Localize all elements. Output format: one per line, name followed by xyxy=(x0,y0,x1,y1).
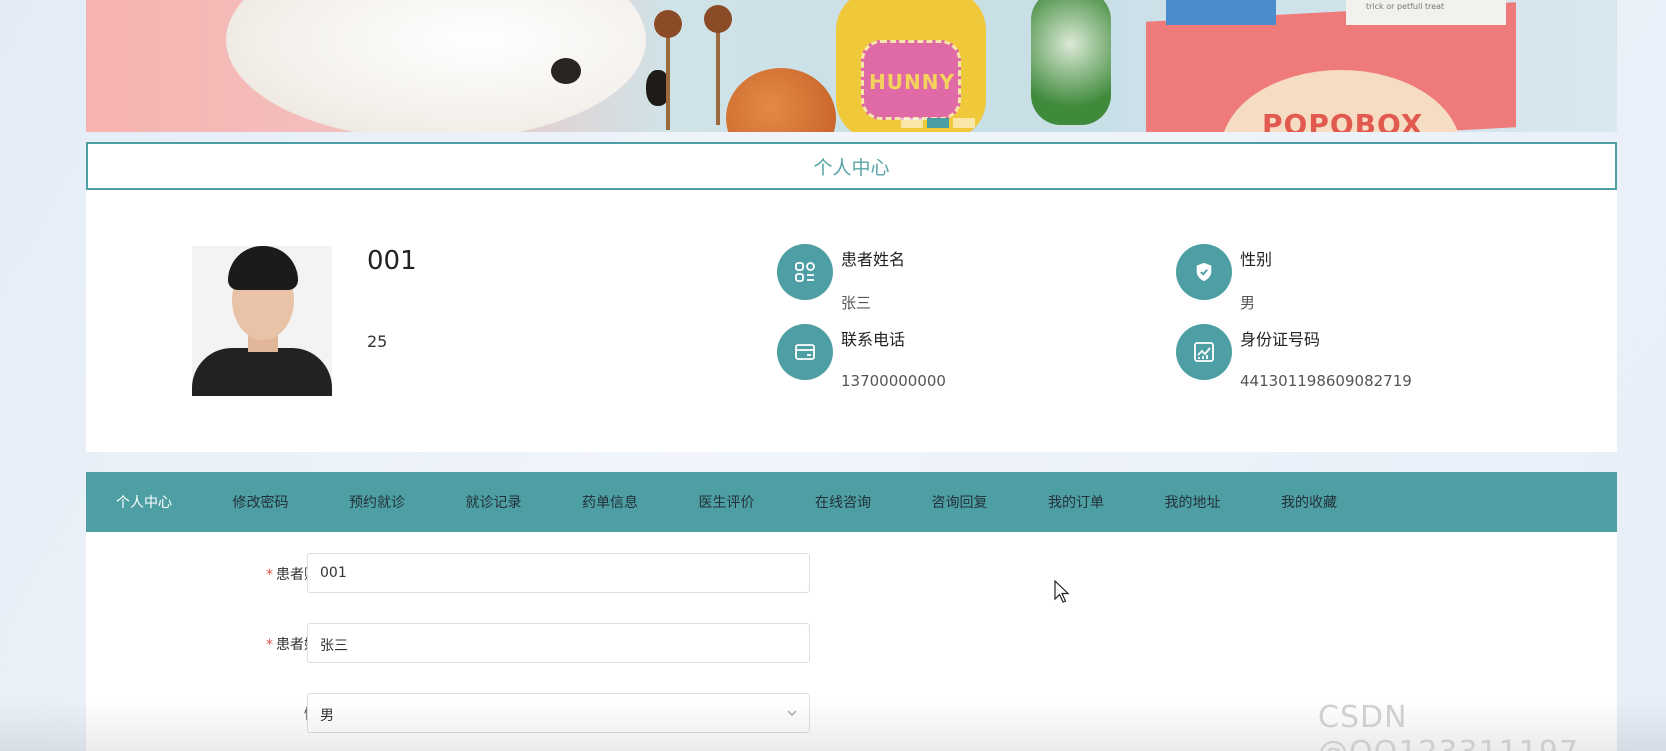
nav-item-change-password[interactable]: 修改密码 xyxy=(233,492,350,512)
treat-ball xyxy=(654,10,682,38)
box-logo: POPOBOX xyxy=(1262,108,1424,132)
nav-item-my-addresses[interactable]: 我的地址 xyxy=(1165,492,1282,512)
dog-illustration xyxy=(226,0,646,132)
watermark-text: CSDN @QQ123311197 xyxy=(1318,700,1578,751)
mouse-cursor-icon xyxy=(1054,580,1070,603)
section-title-box: 个人中心 xyxy=(86,142,1617,190)
chevron-down-icon xyxy=(785,706,799,724)
section-title: 个人中心 xyxy=(813,156,890,179)
info-value: 441301198609082719 xyxy=(1240,372,1412,390)
carousel-dot[interactable] xyxy=(953,118,975,128)
account-input[interactable]: 001 xyxy=(307,553,810,593)
info-patient-name: 患者姓名 张三 xyxy=(777,244,905,313)
info-gender: 性别 男 xyxy=(1176,244,1272,313)
profile-username: 001 xyxy=(367,246,417,276)
nav-item-visit-records[interactable]: 就诊记录 xyxy=(466,492,583,512)
hunny-text: HUNNY xyxy=(869,70,955,94)
nav-item-my-orders[interactable]: 我的订单 xyxy=(1048,492,1165,512)
treat-ball xyxy=(704,5,732,33)
nav-item-doctor-reviews[interactable]: 医生评价 xyxy=(699,492,816,512)
nav-item-prescriptions[interactable]: 药单信息 xyxy=(582,492,699,512)
info-id-number: 身份证号码 441301198609082719 xyxy=(1176,324,1412,390)
wallet-icon xyxy=(777,324,833,380)
carousel-indicators xyxy=(901,118,975,128)
avatar xyxy=(192,246,332,396)
info-phone: 联系电话 13700000000 xyxy=(777,324,946,390)
form-row-account: * 患者账号 001 xyxy=(86,553,1617,593)
info-value: 13700000000 xyxy=(841,372,946,390)
user-nav-bar: 个人中心 修改密码 预约就诊 就诊记录 药单信息 医生评价 在线咨询 咨询回复 … xyxy=(86,472,1617,532)
nav-item-personal-center[interactable]: 个人中心 xyxy=(116,492,233,512)
name-input[interactable]: 张三 xyxy=(307,623,810,663)
required-mark: * xyxy=(266,567,273,583)
carousel-dot[interactable] xyxy=(901,118,923,128)
chart-icon xyxy=(1176,324,1232,380)
gender-select[interactable]: 男 xyxy=(307,693,810,733)
info-value: 男 xyxy=(1240,294,1256,312)
form-row-name: * 患者姓名 张三 xyxy=(86,623,1617,663)
nav-item-my-favorites[interactable]: 我的收藏 xyxy=(1281,492,1398,512)
profile-age: 25 xyxy=(367,332,388,351)
required-mark: * xyxy=(266,637,273,653)
gift-box-top xyxy=(1166,0,1276,25)
info-label: 身份证号码 xyxy=(1240,330,1321,349)
carousel-dot-active[interactable] xyxy=(927,118,949,128)
nav-item-appointment[interactable]: 预约就诊 xyxy=(349,492,466,512)
orange-ball xyxy=(726,68,836,132)
treat-paper-text: trick or petfull treat xyxy=(1366,2,1445,11)
info-value: 张三 xyxy=(841,294,872,312)
grid-icon xyxy=(777,244,833,300)
green-toy xyxy=(1031,0,1111,125)
nav-item-online-consult[interactable]: 在线咨询 xyxy=(815,492,932,512)
banner-image: HUNNY trick or petfull treat POPOBOX xyxy=(86,0,1617,132)
nav-item-consult-replies[interactable]: 咨询回复 xyxy=(932,492,1049,512)
info-label: 联系电话 xyxy=(841,330,906,349)
page: HUNNY trick or petfull treat POPOBOX 个人中… xyxy=(86,0,1617,751)
dog-eye xyxy=(551,58,581,84)
info-label: 性别 xyxy=(1240,250,1273,269)
gender-select-value: 男 xyxy=(320,708,334,724)
shield-icon xyxy=(1176,244,1232,300)
info-label: 患者姓名 xyxy=(841,250,906,269)
profile-card: 001 25 患者姓名 张三 性别 男 联系电话 13700000000 身份证… xyxy=(86,190,1617,452)
